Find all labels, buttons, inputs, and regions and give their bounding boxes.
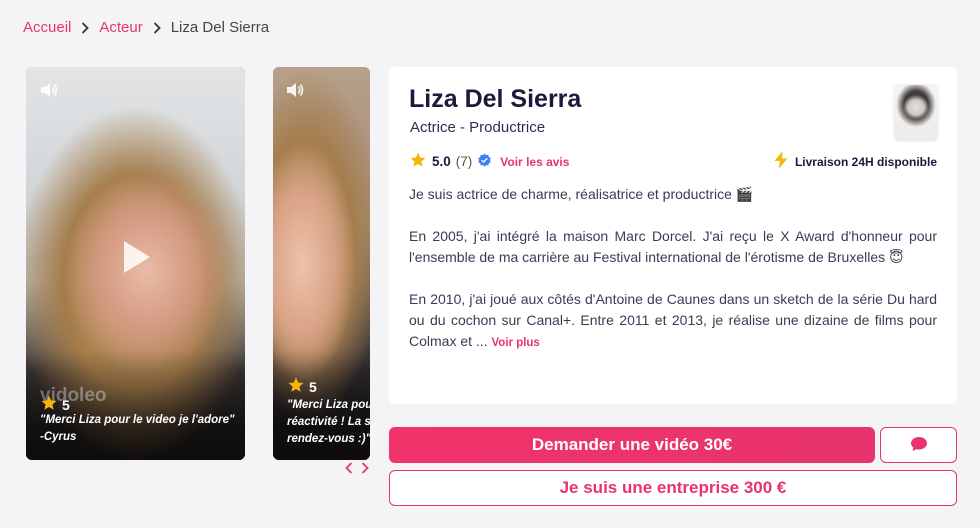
video-quote: "Merci Liza pou réactivité ! La s rendez… (287, 397, 370, 448)
rating-count: (7) (455, 154, 473, 169)
bio-paragraph: Je suis actrice de charme, réalisatrice … (409, 186, 754, 202)
breadcrumb: Accueil Acteur Liza Del Sierra (23, 19, 269, 36)
bio-paragraph: En 2005, j'ai intégré la maison Marc Dor… (409, 228, 937, 265)
video-quote: "Merci Liza pour le video je l'adore" -C… (40, 414, 235, 443)
breadcrumb-actor-link[interactable]: Acteur (99, 19, 142, 36)
breadcrumb-current: Liza Del Sierra (170, 19, 270, 36)
chevron-right-icon (81, 21, 90, 34)
chevron-left-icon[interactable] (345, 461, 353, 478)
see-more-link[interactable]: Voir plus (491, 337, 539, 349)
bio-paragraph-text: En 2010, j'ai joué aux côtés d'Antoine d… (409, 291, 937, 349)
delivery-label: Livraison 24H disponible (794, 154, 937, 169)
video-card[interactable]: vidoleo 5 "Merci Liza pour le video je l… (26, 67, 245, 460)
video-rating-value: 5 (62, 396, 70, 413)
business-request-button[interactable]: Je suis une entreprise 300 € (389, 470, 957, 506)
video-quote-line: rendez-vous :)" (287, 433, 370, 445)
rating-value: 5.0 (432, 154, 451, 169)
profile-panel: Liza Del Sierra Actrice - Productrice 5.… (389, 67, 957, 404)
see-reviews-link[interactable]: Voir les avis (500, 155, 569, 169)
profile-name: Liza Del Sierra (409, 85, 582, 113)
chevron-right-icon (153, 21, 161, 34)
speaker-icon[interactable] (39, 81, 59, 99)
video-card[interactable]: 5 "Merci Liza pou réactivité ! La s rend… (273, 67, 370, 460)
video-quote-line: réactivité ! La s (287, 416, 370, 428)
profile-subtitle: Actrice - Productrice (410, 119, 546, 136)
request-video-button[interactable]: Demander une vidéo 30€ (389, 427, 875, 463)
avatar (894, 85, 938, 141)
play-icon[interactable] (118, 239, 154, 275)
star-icon (409, 151, 427, 172)
rating-summary: 5.0 (7) Voir les avis (409, 151, 569, 172)
breadcrumb-home-link[interactable]: Accueil (23, 19, 71, 36)
video-rating-value: 5 (309, 378, 317, 395)
carousel-controls (345, 461, 369, 478)
chevron-right-icon[interactable] (361, 461, 369, 478)
chat-icon (910, 436, 928, 455)
bolt-icon (773, 151, 789, 172)
profile-bio: Je suis actrice de charme, réalisatrice … (409, 184, 937, 354)
bio-paragraph: En 2010, j'ai joué aux côtés d'Antoine d… (409, 289, 937, 354)
video-quote-line: "Merci Liza pou (287, 399, 370, 411)
star-icon (287, 376, 305, 397)
verified-badge-icon (477, 153, 492, 171)
delivery-info: Livraison 24H disponible (773, 151, 937, 172)
chat-button[interactable] (880, 427, 957, 463)
speaker-icon[interactable] (285, 81, 305, 99)
video-rating: 5 (287, 376, 317, 397)
